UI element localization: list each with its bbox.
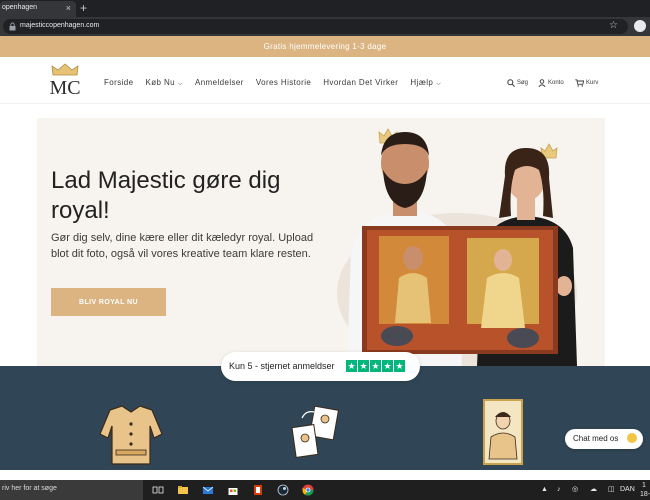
nav-item-hjaelp[interactable]: Hjælp ⌵ bbox=[410, 77, 441, 89]
profile-avatar-icon[interactable] bbox=[634, 20, 646, 32]
weather-icon[interactable]: ☁ bbox=[590, 485, 597, 495]
become-royal-button[interactable]: BLIV ROYAL NU bbox=[51, 288, 166, 316]
chat-button[interactable]: Chat med os bbox=[565, 429, 643, 449]
url-field[interactable]: majesticcopenhagen.com ☆ bbox=[3, 19, 628, 34]
store-icon[interactable] bbox=[227, 484, 239, 496]
cart-button[interactable]: Kurv bbox=[575, 77, 598, 89]
volume-icon[interactable]: ♪ bbox=[557, 485, 561, 495]
hero-photo-image bbox=[337, 128, 577, 366]
account-button[interactable]: Konto bbox=[538, 77, 564, 89]
nav-item-anmeldelser[interactable]: Anmeldelser bbox=[195, 77, 244, 89]
url-text: majesticcopenhagen.com bbox=[20, 22, 100, 29]
trustpilot-stars: ★ ★ ★ ★ ★ bbox=[346, 360, 405, 372]
tray-overflow-icon[interactable]: ▲ bbox=[541, 485, 548, 495]
chevron-down-icon: ⌵ bbox=[436, 81, 442, 87]
taskbar-search[interactable]: riv her for at søge bbox=[0, 480, 143, 500]
crown-icon bbox=[51, 63, 79, 76]
nav-item-forside[interactable]: Forside bbox=[104, 77, 133, 89]
browser-address-bar: majesticcopenhagen.com ☆ bbox=[0, 17, 650, 36]
user-icon bbox=[538, 79, 546, 87]
features-section bbox=[0, 366, 650, 470]
photo-upload-icon bbox=[291, 405, 340, 458]
hero-subtitle: Gør dig selv, dine kære eller dit kæledy… bbox=[51, 232, 314, 260]
reviews-badge[interactable]: Kun 5 - stjernet anmeldser ★ ★ ★ ★ ★ bbox=[221, 352, 420, 381]
hero-title: Lad Majestic gøre dig royal! bbox=[51, 167, 281, 224]
main-nav: Forside Køb Nu ⌵ Anmeldelser Vores Histor… bbox=[104, 77, 441, 89]
browser-tab-bar: openhagen × + bbox=[0, 0, 650, 17]
star-icon: ★ bbox=[382, 360, 393, 372]
reviews-text: Kun 5 - stjernet anmeldser bbox=[229, 361, 335, 371]
nav-label: Hjælp bbox=[410, 78, 434, 87]
windows-taskbar: riv her for at søge ▲ ♪ ◎ ☁ ◫ DAN 1 18- bbox=[0, 480, 650, 500]
new-tab-button[interactable]: + bbox=[80, 1, 87, 15]
search-label: Søg bbox=[517, 80, 529, 86]
nav-item-hvordan-det-virker[interactable]: Hvordan Det Virker bbox=[323, 77, 398, 89]
file-explorer-icon[interactable] bbox=[177, 484, 189, 496]
hero-section: Lad Majestic gøre dig royal! Gør dig sel… bbox=[37, 118, 605, 366]
nav-label: Køb Nu bbox=[145, 78, 176, 87]
star-icon: ★ bbox=[370, 360, 381, 372]
chrome-icon[interactable] bbox=[302, 484, 314, 496]
language-indicator[interactable]: DAN bbox=[620, 485, 635, 495]
network-icon[interactable]: ◎ bbox=[572, 485, 578, 495]
nav-item-vores-historie[interactable]: Vores Historie bbox=[256, 77, 311, 89]
announcement-text: Gratis hjemmelevering 1-3 dage bbox=[263, 42, 387, 51]
nav-label: Anmeldelser bbox=[194, 78, 244, 87]
star-icon: ★ bbox=[358, 360, 369, 372]
waving-hand-icon bbox=[627, 433, 637, 443]
office-icon[interactable] bbox=[252, 484, 264, 496]
nav-item-kob-nu[interactable]: Køb Nu ⌵ bbox=[145, 77, 182, 89]
account-label: Konto bbox=[548, 80, 564, 86]
bookmark-star-icon[interactable]: ☆ bbox=[609, 20, 618, 32]
logo-text: MC bbox=[49, 77, 81, 99]
star-icon: ★ bbox=[394, 360, 405, 372]
lock-icon bbox=[9, 22, 16, 31]
steam-icon[interactable] bbox=[277, 484, 289, 496]
star-icon: ★ bbox=[346, 360, 357, 372]
cart-icon bbox=[575, 79, 584, 87]
notification-icon[interactable]: ◫ bbox=[608, 485, 615, 495]
mail-icon[interactable] bbox=[202, 484, 214, 496]
chevron-down-icon: ⌵ bbox=[178, 81, 183, 87]
chat-label: Chat med os bbox=[573, 434, 619, 443]
cart-label: Kurv bbox=[586, 80, 599, 86]
announcement-bar: Gratis hjemmelevering 1-3 dage bbox=[0, 36, 650, 57]
site-logo[interactable]: MC bbox=[48, 63, 82, 99]
search-icon bbox=[507, 79, 515, 87]
tab-title: openhagen bbox=[2, 4, 38, 11]
task-view-icon[interactable] bbox=[152, 484, 164, 496]
nav-label: Hvordan Det Virker bbox=[323, 78, 399, 87]
search-button[interactable]: Søg bbox=[507, 77, 528, 89]
royal-portrait-icon bbox=[483, 399, 523, 465]
site-header: MC Forside Køb Nu ⌵ Anmeldelser Vores His… bbox=[0, 57, 650, 104]
tab-close-icon[interactable]: × bbox=[66, 3, 71, 14]
nav-label: Forside bbox=[104, 78, 134, 87]
clock-date[interactable]: 18- bbox=[640, 490, 650, 500]
taskbar-search-placeholder: riv her for at søge bbox=[2, 485, 57, 492]
browser-tab[interactable]: openhagen × bbox=[0, 1, 76, 17]
nav-label: Vores Historie bbox=[255, 78, 312, 87]
uniform-jacket-icon bbox=[99, 405, 163, 465]
